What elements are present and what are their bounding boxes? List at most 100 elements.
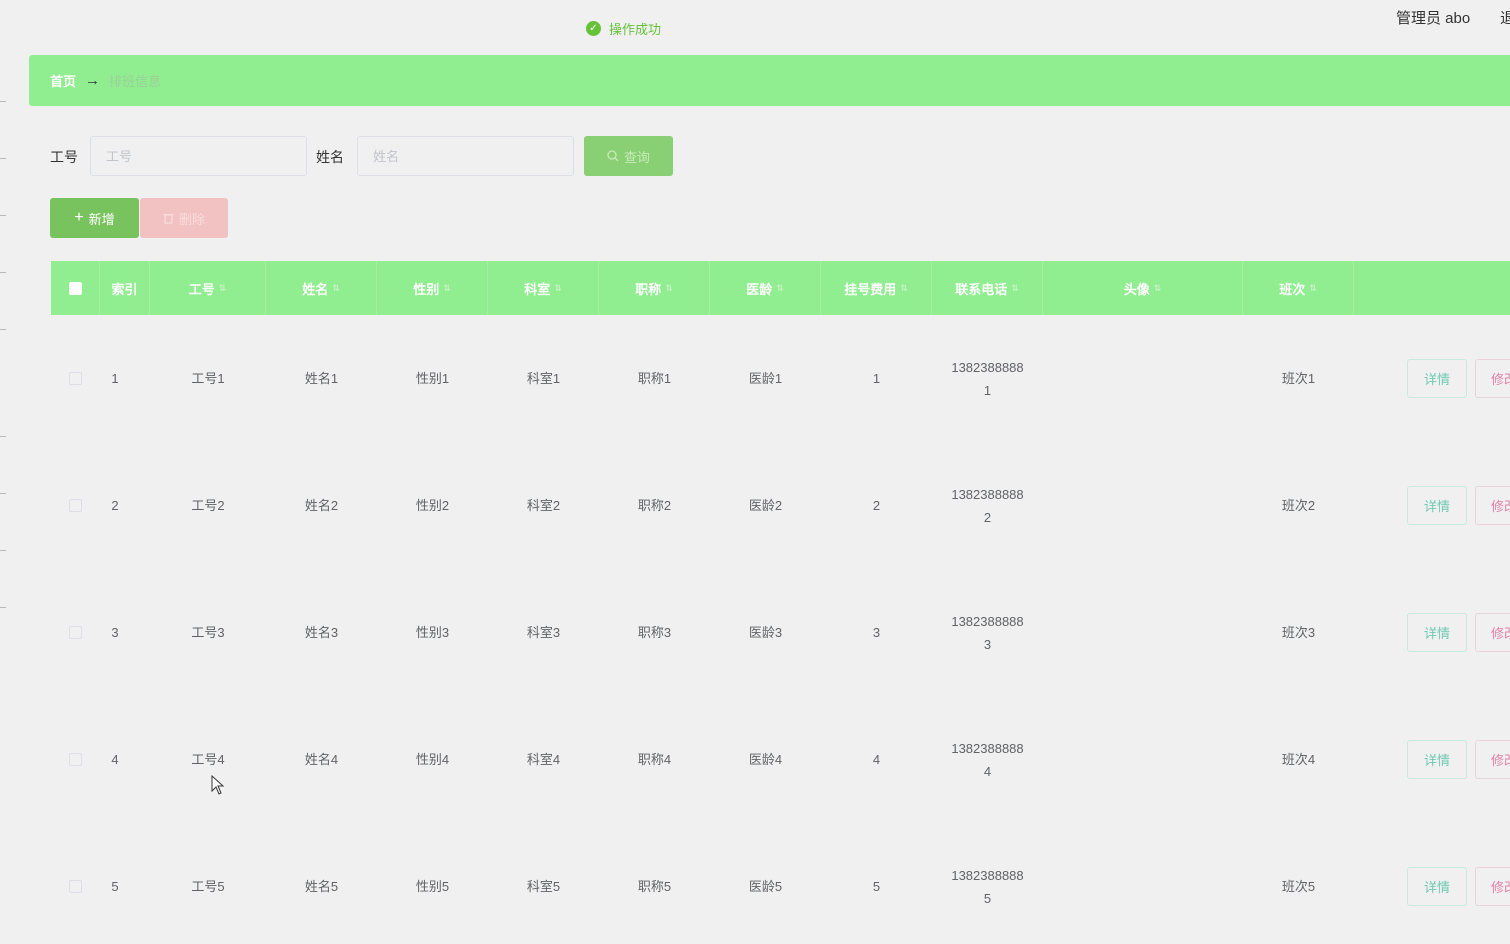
cell-name: 姓名3 [304,625,339,640]
sort-icon[interactable]: ⇅ [332,283,340,294]
cell-gender: 性别3 [415,625,450,640]
sort-icon[interactable]: ⇅ [1011,283,1019,294]
cell-title: 职称3 [637,625,672,640]
delete-button-label: 删除 [178,211,205,227]
delete-button[interactable]: 删除 [140,198,228,238]
table-row: 3 工号3 姓名3 性别3 科室3 职称3 医龄3 3 1382388888 3 … [51,569,1510,696]
edit-button[interactable]: 修改 [1475,867,1510,906]
search-button-label: 查询 [623,149,650,165]
column-header[interactable]: 科室 ⇅ [488,261,599,315]
plus-icon: + [74,209,84,226]
cell-phone: 1382388888 3 [951,613,1024,652]
cell-phone: 1382388888 4 [951,740,1024,779]
column-header[interactable]: 班次 ⇅ [1243,261,1354,315]
breadcrumb: 首页 → 排班信息 [29,55,1510,106]
cell-id: 工号5 [191,879,225,894]
sidebar-divider [0,436,6,437]
row-checkbox[interactable] [69,880,82,893]
column-header[interactable]: 性别 ⇅ [377,261,488,315]
cell-index: 5 [111,879,119,894]
add-button-label: 新增 [88,211,115,227]
column-header: 操作 [1354,261,1510,315]
cell-gender: 性别5 [415,879,450,894]
id-input[interactable] [90,136,307,176]
breadcrumb-separator: → [85,72,101,89]
sort-icon[interactable]: ⇅ [219,283,227,294]
header-select-all[interactable] [51,261,100,315]
logout-link[interactable]: 退出 [1500,7,1510,28]
current-user: 管理员 abo [1396,10,1471,27]
detail-button[interactable]: 详情 [1407,613,1467,652]
sort-icon[interactable]: ⇅ [900,283,908,294]
column-header[interactable]: 医龄 ⇅ [710,261,821,315]
sort-icon[interactable]: ⇅ [554,283,562,294]
cell-shift: 班次4 [1281,752,1316,767]
cell-gender: 性别4 [415,752,450,767]
cell-shift: 班次5 [1281,879,1316,894]
cell-name: 姓名4 [304,752,339,767]
detail-button[interactable]: 详情 [1407,359,1467,398]
sort-icon[interactable]: ⇅ [1309,283,1317,294]
check-circle-icon: ✓ [586,21,601,36]
table-row: 1 工号1 姓名1 性别1 科室1 职称1 医龄1 1 1382388888 1 … [51,315,1510,442]
sort-icon[interactable]: ⇅ [443,283,451,294]
cell-id: 工号1 [191,371,225,386]
row-checkbox[interactable] [69,753,82,766]
cell-dept: 科室3 [526,625,561,640]
detail-button[interactable]: 详情 [1407,740,1467,779]
detail-button[interactable]: 详情 [1407,486,1467,525]
cell-name: 姓名5 [304,879,339,894]
cell-index: 1 [111,371,119,386]
sidebar-divider [0,272,6,273]
sort-icon[interactable]: ⇅ [665,283,673,294]
sidebar-divider [0,158,6,159]
cell-years: 医龄1 [748,371,783,386]
cell-gender: 性别1 [415,371,450,386]
row-checkbox[interactable] [69,372,82,385]
search-button[interactable]: 查询 [584,136,673,176]
schedule-table: 索引 工号 ⇅ 姓名 ⇅ 性别 ⇅ 科室 ⇅ 职称 ⇅ 医龄 ⇅ 挂号费用 ⇅ 联系电话 ⇅ 头… [51,261,1510,944]
sidebar-divider [0,101,6,102]
cell-name: 姓名2 [304,498,339,513]
name-label: 姓名 [316,149,344,165]
cell-fee: 4 [872,752,881,767]
cell-title: 职称2 [637,498,672,513]
edit-button[interactable]: 修改 [1475,740,1510,779]
cell-fee: 2 [872,498,881,513]
select-all-checkbox[interactable] [68,281,82,295]
edit-button[interactable]: 修改 [1475,486,1510,525]
column-header[interactable]: 联系电话 ⇅ [932,261,1043,315]
cell-years: 医龄3 [748,625,783,640]
detail-button[interactable]: 详情 [1407,867,1467,906]
column-header[interactable]: 职称 ⇅ [599,261,710,315]
cell-id: 工号2 [191,498,225,513]
sidebar-divider [0,493,6,494]
sort-icon[interactable]: ⇅ [1154,283,1162,294]
cell-years: 医龄2 [748,498,783,513]
cell-dept: 科室1 [526,371,561,386]
cell-shift: 班次3 [1281,625,1316,640]
search-icon [607,150,619,162]
column-header[interactable]: 工号 ⇅ [150,261,266,315]
edit-button[interactable]: 修改 [1475,359,1510,398]
row-checkbox[interactable] [69,626,82,639]
sort-icon[interactable]: ⇅ [776,283,784,294]
column-header[interactable]: 头像 ⇅ [1043,261,1243,315]
id-label: 工号 [50,149,78,165]
breadcrumb-home[interactable]: 首页 [50,71,76,90]
cell-avatar [1043,442,1243,569]
cell-years: 医龄5 [748,879,783,894]
cell-fee: 3 [872,625,881,640]
name-input[interactable] [357,136,574,176]
column-header[interactable]: 挂号费用 ⇅ [821,261,932,315]
column-header[interactable]: 姓名 ⇅ [266,261,377,315]
row-checkbox[interactable] [69,499,82,512]
mouse-cursor-icon [211,775,225,795]
cell-id: 工号4 [191,752,225,767]
edit-button[interactable]: 修改 [1475,613,1510,652]
cell-name: 姓名1 [304,371,339,386]
add-button[interactable]: + 新增 [50,198,139,238]
sidebar-divider [0,215,6,216]
cell-phone: 1382388888 1 [951,359,1024,398]
sidebar-divider [0,550,6,551]
